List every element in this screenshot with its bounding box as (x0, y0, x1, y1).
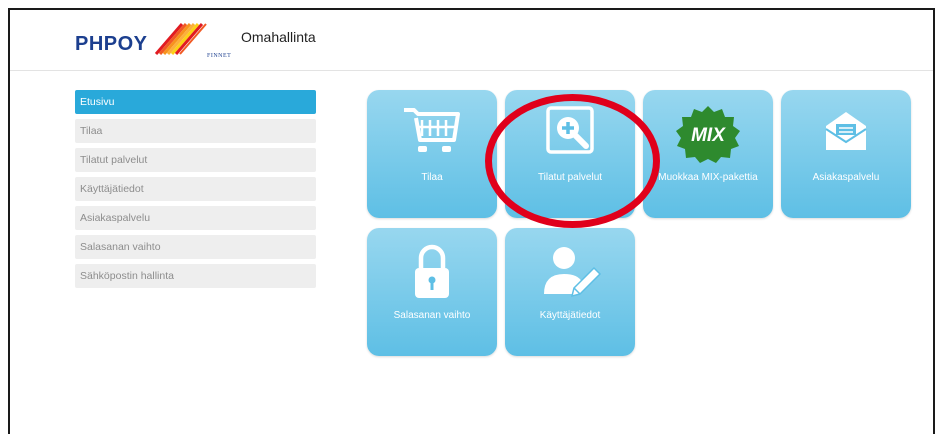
mix-badge-icon: MIX (643, 104, 773, 164)
sidebar-item-asiakaspalvelu[interactable]: Asiakaspalvelu (75, 206, 316, 230)
finnet-logo-icon (154, 23, 207, 55)
user-edit-icon (505, 242, 635, 302)
brand-logo-text[interactable]: PHPOY (75, 33, 148, 56)
mix-badge-text: MIX (691, 125, 726, 146)
tile-label: Käyttäjätiedot (539, 310, 601, 321)
tile-label: Asiakaspalvelu (812, 172, 880, 183)
tile-label: Tilatut palvelut (537, 172, 603, 183)
page-title: Omahallinta (241, 29, 316, 45)
shopping-cart-icon (367, 104, 497, 164)
tile-tilaa[interactable]: Tilaa (367, 90, 497, 218)
tile-label: Tilaa (421, 172, 443, 183)
tile-muokkaa-mix-pakettia[interactable]: MIX Muokkaa MIX-pakettia (643, 90, 773, 218)
padlock-icon (367, 242, 497, 302)
sidebar-item-salasanan-vaihto[interactable]: Salasanan vaihto (75, 235, 316, 259)
sidebar-item-tilatut-palvelut[interactable]: Tilatut palvelut (75, 148, 316, 172)
sidebar-item-tilaa[interactable]: Tilaa (75, 119, 316, 143)
page-header: PHPOY FINNET Omahallinta (10, 10, 933, 71)
browser-frame: PHPOY FINNET Omahallinta Etusivu Tilaa T… (8, 8, 935, 434)
tile-kayttajatiedot[interactable]: Käyttäjätiedot (505, 228, 635, 356)
magnify-plus-icon (505, 104, 635, 164)
sidebar-item-kayttajatiedot[interactable]: Käyttäjätiedot (75, 177, 316, 201)
sidebar-item-sahkopostin-hallinta[interactable]: Sähköpostin hallinta (75, 264, 316, 288)
brand-sub-text: FINNET (207, 53, 232, 59)
sidebar-nav: Etusivu Tilaa Tilatut palvelut Käyttäjät… (75, 90, 316, 293)
tile-label: Salasanan vaihto (393, 310, 471, 321)
tile-label: Muokkaa MIX-pakettia (658, 172, 758, 183)
envelope-icon (781, 104, 911, 164)
tile-salasanan-vaihto[interactable]: Salasanan vaihto (367, 228, 497, 356)
tile-asiakaspalvelu[interactable]: Asiakaspalvelu (781, 90, 911, 218)
sidebar-item-etusivu[interactable]: Etusivu (75, 90, 316, 114)
tile-tilatut-palvelut[interactable]: Tilatut palvelut (505, 90, 635, 218)
